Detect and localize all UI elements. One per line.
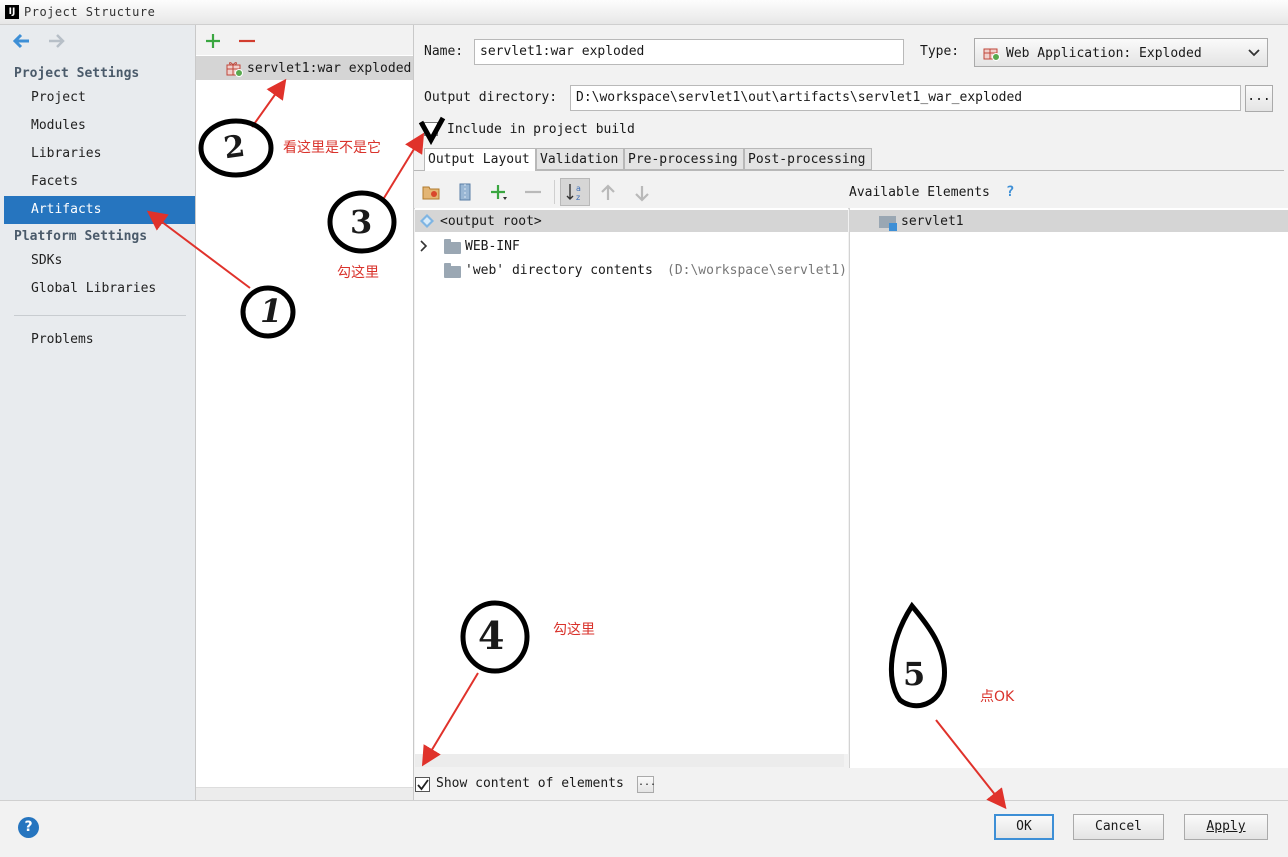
annotation-number-5: 5 bbox=[903, 655, 926, 693]
annotation-text-5: 点OK bbox=[980, 689, 1015, 705]
tab-post-processing[interactable]: Post-processing bbox=[744, 148, 872, 170]
layout-tree-scrollbar[interactable] bbox=[415, 754, 844, 767]
name-label: Name: bbox=[424, 44, 464, 59]
forward-arrow-icon[interactable] bbox=[46, 33, 66, 49]
available-elements-help-icon[interactable]: ? bbox=[1006, 184, 1014, 200]
nav-item-modules[interactable]: Modules bbox=[31, 118, 86, 133]
chevron-down-icon bbox=[1248, 49, 1260, 57]
artifact-toolbar bbox=[196, 25, 413, 55]
annotation-number-1: 1 bbox=[260, 292, 283, 330]
title-bar: IJ Project Structure bbox=[0, 0, 1288, 25]
apply-button[interactable]: Apply bbox=[1184, 814, 1268, 840]
type-select-value: Web Application: Exploded bbox=[1006, 46, 1202, 61]
war-artifact-icon bbox=[226, 62, 243, 77]
sort-alpha-icon: a z bbox=[566, 184, 581, 202]
layout-toolbar: a z Available Elements ? bbox=[414, 177, 1288, 209]
tab-strip-border bbox=[414, 170, 1284, 171]
tree-row-web-inf[interactable]: WEB-INF bbox=[415, 234, 848, 256]
artifact-list-item[interactable]: servlet1:war exploded bbox=[196, 56, 413, 80]
sort-toggle-button[interactable]: a z bbox=[560, 178, 590, 206]
tree-label-output-root: <output root> bbox=[440, 214, 542, 229]
nav-item-problems[interactable]: Problems bbox=[31, 332, 94, 347]
annotation-number-3: 3 bbox=[350, 203, 373, 241]
help-icon[interactable]: ? bbox=[18, 817, 39, 838]
artifact-list-scrollbar[interactable] bbox=[196, 787, 413, 801]
window-title: Project Structure bbox=[24, 5, 156, 19]
tree-label-web-inf: WEB-INF bbox=[465, 239, 520, 254]
browse-button[interactable]: ... bbox=[1245, 85, 1273, 112]
tab-pre-processing[interactable]: Pre-processing bbox=[624, 148, 744, 170]
show-content-checkbox[interactable] bbox=[415, 777, 430, 792]
available-elements-label: Available Elements bbox=[849, 185, 990, 200]
available-label-servlet1: servlet1 bbox=[901, 214, 964, 229]
folder-icon bbox=[444, 239, 461, 254]
output-directory-input[interactable]: D:\workspace\servlet1\out\artifacts\serv… bbox=[570, 85, 1241, 111]
nav-item-libraries[interactable]: Libraries bbox=[31, 146, 101, 161]
nav-item-artifacts[interactable]: Artifacts bbox=[4, 196, 195, 224]
tab-validation[interactable]: Validation bbox=[536, 148, 624, 170]
module-badge-icon bbox=[889, 223, 897, 231]
ok-button[interactable]: OK bbox=[994, 814, 1054, 840]
include-in-build-checkbox[interactable] bbox=[424, 122, 438, 136]
back-arrow-icon[interactable] bbox=[12, 33, 32, 49]
checkmark-icon bbox=[417, 779, 429, 791]
output-directory-label: Output directory: bbox=[424, 90, 558, 105]
annotation-text-3: 勾这里 bbox=[337, 265, 379, 281]
new-folder-icon[interactable] bbox=[422, 184, 440, 200]
remove-element-icon[interactable] bbox=[524, 184, 542, 200]
archive-icon[interactable] bbox=[458, 183, 472, 201]
nav-item-sdks[interactable]: SDKs bbox=[31, 253, 62, 268]
folder-icon bbox=[444, 263, 461, 278]
type-select[interactable]: Web Application: Exploded bbox=[974, 38, 1268, 67]
nav-item-project[interactable]: Project bbox=[31, 90, 86, 105]
move-up-icon[interactable] bbox=[600, 184, 616, 202]
web-app-icon bbox=[983, 48, 1000, 61]
annotation-number-4: 4 bbox=[478, 613, 505, 658]
output-root-icon bbox=[420, 214, 434, 228]
annotation-text-4: 勾这里 bbox=[553, 622, 595, 638]
include-in-build-label: Include in project build bbox=[447, 122, 635, 137]
show-content-options-button[interactable]: ... bbox=[637, 776, 656, 793]
nav-item-facets[interactable]: Facets bbox=[31, 174, 78, 189]
add-artifact-icon[interactable] bbox=[205, 33, 221, 49]
nav-item-artifacts-label: Artifacts bbox=[31, 202, 102, 217]
nav-item-global-libraries[interactable]: Global Libraries bbox=[31, 281, 156, 296]
app-logo-icon: IJ bbox=[5, 5, 19, 19]
tab-output-layout[interactable]: Output Layout bbox=[424, 148, 536, 171]
show-content-label: Show content of elements bbox=[436, 776, 624, 791]
project-settings-header: Project Settings bbox=[14, 66, 140, 81]
svg-text:z: z bbox=[576, 193, 580, 202]
tree-label-web-directory: 'web' directory contents bbox=[465, 263, 653, 278]
svg-text:a: a bbox=[576, 184, 581, 193]
available-row-servlet1[interactable]: servlet1 bbox=[850, 210, 1288, 232]
add-element-icon[interactable] bbox=[490, 184, 508, 202]
artifact-list-item-label: servlet1:war exploded bbox=[247, 61, 412, 76]
left-nav: Project Settings Project Modules Librari… bbox=[0, 25, 196, 800]
output-layout-tree: <output root> WEB-INF 'web' directory co… bbox=[415, 208, 848, 754]
name-input[interactable]: servlet1:war exploded bbox=[474, 39, 904, 65]
nav-divider bbox=[14, 315, 186, 316]
dialog-button-bar: ? OK Cancel Apply bbox=[0, 800, 1288, 857]
annotation-text-2: 看这里是不是它 bbox=[283, 140, 381, 156]
tree-row-output-root[interactable]: <output root> bbox=[415, 210, 848, 232]
tree-row-web-directory[interactable]: 'web' directory contents (D:\workspace\s… bbox=[415, 258, 848, 280]
toolbar-separator bbox=[554, 180, 555, 204]
type-label: Type: bbox=[920, 44, 960, 59]
platform-settings-header: Platform Settings bbox=[14, 229, 148, 244]
cancel-button[interactable]: Cancel bbox=[1073, 814, 1164, 840]
chevron-right-icon[interactable] bbox=[419, 240, 429, 252]
move-down-icon[interactable] bbox=[634, 184, 650, 202]
remove-artifact-icon[interactable] bbox=[238, 33, 256, 49]
tree-hint-web-directory: (D:\workspace\servlet1) bbox=[667, 263, 848, 278]
